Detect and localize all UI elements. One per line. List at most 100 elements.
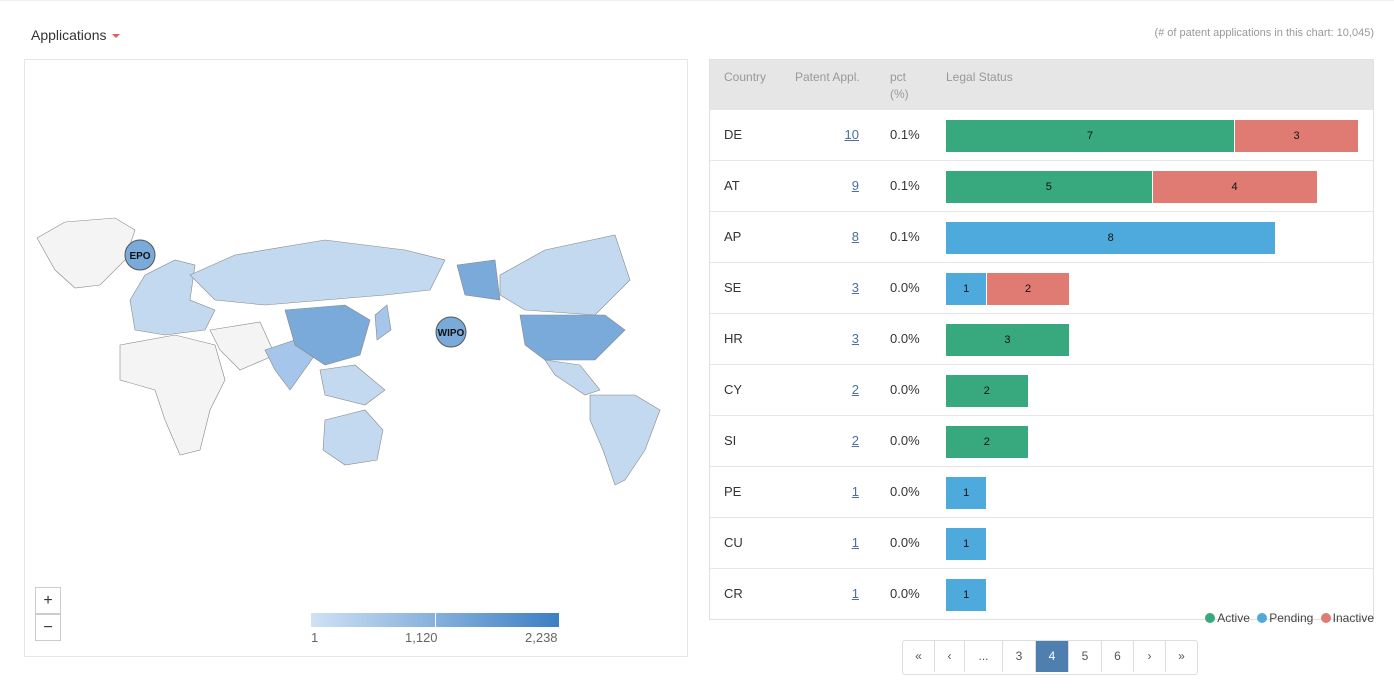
zoom-out-button[interactable]: − [35,614,61,641]
table-row: CY 2 0.0% 2 [710,364,1373,415]
country-code: HR [724,331,743,346]
header-pct[interactable]: pct (%) [890,69,909,103]
legal-status-bar: 12 [946,273,1070,305]
active-segment[interactable]: 2 [946,426,1029,458]
marker-epo[interactable]: EPO [124,239,156,271]
appl-count-link[interactable]: 1 [852,586,859,601]
inactive-segment[interactable]: 3 [1235,120,1359,152]
table-row: DE 10 0.1% 73 [710,109,1373,160]
legal-status-bar: 2 [946,375,1029,407]
pct-value: 0.0% [890,382,920,397]
applications-dropdown[interactable]: Applications [31,27,120,43]
appl-count-link[interactable]: 3 [852,331,859,346]
active-segment[interactable]: 7 [946,120,1236,152]
legend-pending: Pending [1269,611,1314,625]
active-segment[interactable]: 3 [946,324,1070,356]
table-row: PE 1 0.0% 1 [710,466,1373,517]
country-code: AT [724,178,740,193]
appl-count-link[interactable]: 3 [852,280,859,295]
country-code: SI [724,433,737,448]
pct-value: 0.0% [890,280,920,295]
top-divider [0,0,1394,1]
world-map[interactable]: EPO WIPO + − 1 1,120 2,238 [24,59,688,657]
header-status: Legal Status [946,70,1013,84]
page-item[interactable]: » [1166,641,1197,672]
central-america [544,359,601,396]
appl-count-link[interactable]: 8 [852,229,859,244]
legend-inactive: Inactive [1332,611,1374,625]
greenland [36,217,136,289]
page-item[interactable]: 5 [1069,641,1102,672]
pct-value: 0.0% [890,331,920,346]
legal-status-bar: 1 [946,579,988,611]
usa [519,314,626,361]
pending-segment[interactable]: 8 [946,222,1277,254]
caret-down-icon [111,34,120,39]
marker-wipo[interactable]: WIPO [435,316,467,348]
pending-segment[interactable]: 1 [946,273,988,305]
pending-segment[interactable]: 1 [946,477,988,509]
legend-active: Active [1217,611,1250,625]
country-code: DE [724,127,743,142]
pct-value: 0.1% [890,229,920,244]
active-segment[interactable]: 2 [946,375,1029,407]
legal-status-bar: 8 [946,222,1277,254]
legal-status-bar: 3 [946,324,1070,356]
table-row: SE 3 0.0% 12 [710,262,1373,313]
appl-count-link[interactable]: 1 [852,535,859,550]
country-code: SE [724,280,742,295]
country-code: CR [724,586,743,601]
se-asia [319,364,386,406]
color-legend [311,613,559,627]
legend-min: 1 [311,630,319,645]
south-america [589,394,661,486]
appl-count-link[interactable]: 10 [845,127,859,142]
australia [322,409,384,466]
zoom-in-button[interactable]: + [35,587,61,614]
page-item[interactable]: « [903,641,935,672]
map-svg: EPO WIPO [36,217,661,486]
country-code: CU [724,535,743,550]
appl-count-link[interactable]: 2 [852,433,859,448]
legal-status-bar: 1 [946,477,988,509]
legend-mid: 1,120 [405,630,438,645]
page-item[interactable]: 3 [1003,641,1036,672]
table-row: AT 9 0.1% 54 [710,160,1373,211]
pending-segment[interactable]: 1 [946,528,988,560]
table-row: AP 8 0.1% 8 [710,211,1373,262]
pct-value: 0.0% [890,535,920,550]
appl-count-link[interactable]: 9 [852,178,859,193]
pct-value: 0.1% [890,127,920,142]
header-pct-1: pct [890,70,907,84]
marker-label: WIPO [438,328,465,339]
header-appl[interactable]: Patent Appl. [795,69,860,86]
country-code: PE [724,484,742,499]
country-code: AP [724,229,742,244]
table-row: HR 3 0.0% 3 [710,313,1373,364]
legal-status-bar: 1 [946,528,988,560]
page-item[interactable]: › [1134,641,1166,672]
active-segment[interactable]: 5 [946,171,1153,203]
page-item[interactable]: 4 [1036,641,1069,672]
appl-count-link[interactable]: 2 [852,382,859,397]
japan [374,304,392,341]
header-pct-2: (%) [890,87,909,101]
page-item[interactable]: ... [965,641,1003,672]
legal-status-bar: 54 [946,171,1318,203]
inactive-segment[interactable]: 4 [1152,171,1318,203]
pct-value: 0.0% [890,484,920,499]
legend-max: 2,238 [525,630,558,645]
pct-value: 0.0% [890,433,920,448]
header-country[interactable]: Country [724,69,766,86]
page-item[interactable]: ‹ [935,641,965,672]
page-item[interactable]: 6 [1102,641,1134,672]
alaska [456,259,501,301]
pending-segment[interactable]: 1 [946,579,988,611]
appl-count-link[interactable]: 1 [852,484,859,499]
pagination: «‹... 3 4 5 6 ›» [902,640,1198,675]
pct-value: 0.1% [890,178,920,193]
dropdown-label: Applications [31,27,107,43]
africa [119,334,226,456]
table-row: SI 2 0.0% 2 [710,415,1373,466]
inactive-segment[interactable]: 2 [987,273,1070,305]
